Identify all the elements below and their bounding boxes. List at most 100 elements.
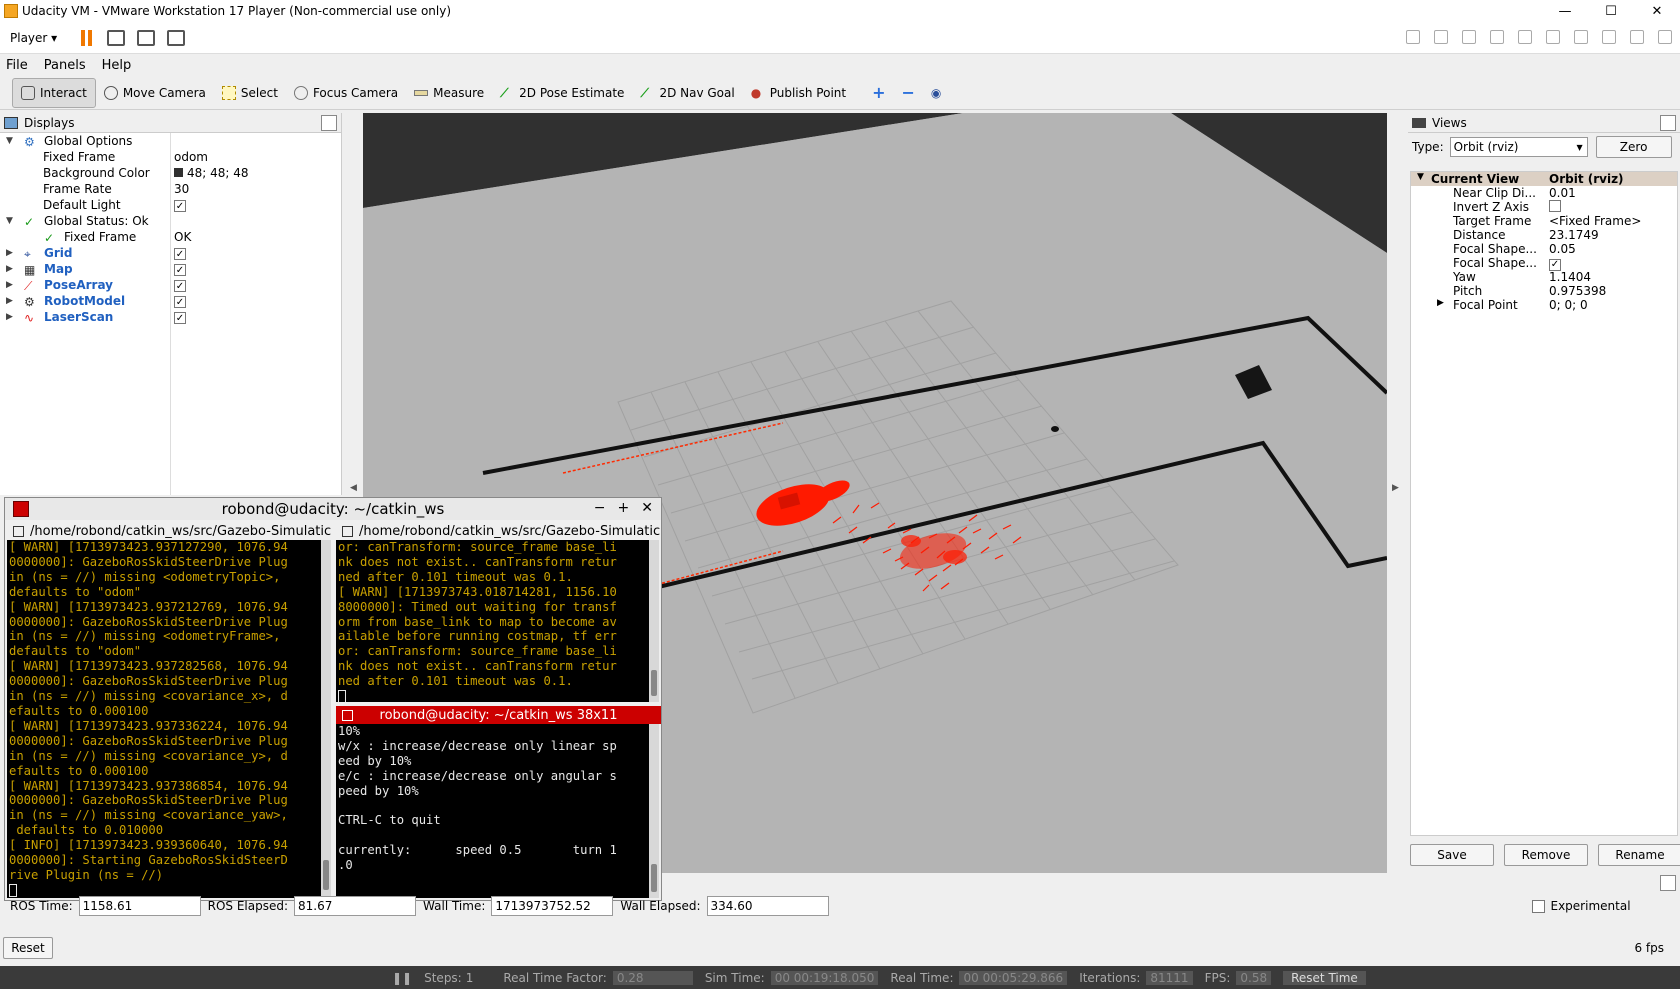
pose-estimate-tool[interactable]: ⟋ 2D Pose Estimate xyxy=(492,78,632,108)
row-value[interactable]: 0; 0; 0 xyxy=(1549,298,1588,312)
terminal-pane-left[interactable]: /home/robond/catkin_ws/src/Gazebo-Simula… xyxy=(7,522,333,900)
wall-elapsed-field[interactable]: 334.60 xyxy=(706,896,829,916)
row-value[interactable]: 0.05 xyxy=(1549,242,1576,256)
device-icon[interactable] xyxy=(1658,30,1672,44)
expand-arrow-icon[interactable]: ▶ xyxy=(6,264,13,274)
expand-arrow-icon[interactable]: ▶ xyxy=(1437,298,1444,308)
display-row[interactable]: ▼ ✓ Global Status: Ok xyxy=(0,213,341,229)
checkbox[interactable] xyxy=(1549,200,1561,212)
select-tool[interactable]: Select xyxy=(214,78,286,108)
experimental-checkbox[interactable] xyxy=(1531,899,1545,913)
row-value[interactable]: 1.1404 xyxy=(1549,270,1591,284)
device-icon[interactable] xyxy=(1518,30,1532,44)
pause-icon[interactable] xyxy=(81,29,95,46)
display-row[interactable]: ▶ ⟋ PoseArray ✓ xyxy=(0,277,341,293)
expand-arrow-icon[interactable]: ▼ xyxy=(6,136,13,146)
pane-tab[interactable]: /home/robond/catkin_ws/src/Gazebo-Simula… xyxy=(336,522,661,540)
minimize-icon[interactable]: − xyxy=(594,500,606,516)
checkbox[interactable]: ✓ xyxy=(1549,258,1561,271)
scroll-thumb[interactable] xyxy=(323,860,329,890)
view-property-row[interactable]: Distance 23.1749 xyxy=(1411,228,1677,242)
player-menu-button[interactable]: Player ▾ xyxy=(6,29,61,47)
terminal-title-bar[interactable]: robond@udacity: ~/catkin_ws − + ✕ xyxy=(5,498,661,520)
terminal-pane-teleop[interactable]: robond@udacity: ~/catkin_ws 38x11 10% w/x… xyxy=(336,706,661,900)
row-value[interactable]: <Fixed Frame> xyxy=(1549,214,1641,228)
display-row[interactable]: ▶ ▦ Map ✓ xyxy=(0,261,341,277)
view-property-row[interactable]: Focal Shape... ✓ xyxy=(1411,256,1677,271)
menu-panels[interactable]: Panels xyxy=(44,58,86,73)
display-row[interactable]: Frame Rate 30 xyxy=(0,181,341,197)
remove-tool-button[interactable]: − xyxy=(894,78,923,108)
device-icon[interactable] xyxy=(1602,30,1616,44)
unity-icon[interactable] xyxy=(167,29,186,46)
checkbox[interactable]: ✓ xyxy=(174,248,186,261)
expand-arrow-icon[interactable]: ▶ xyxy=(6,296,13,306)
interact-tool[interactable]: Interact xyxy=(12,77,96,108)
pause-icon[interactable]: ❚❚ xyxy=(392,971,412,985)
panel-close-checkbox[interactable] xyxy=(1660,114,1676,131)
display-row[interactable]: ▶ ⌖ Grid ✓ xyxy=(0,245,341,261)
panel-checkbox[interactable] xyxy=(1660,875,1676,891)
scroll-thumb[interactable] xyxy=(651,670,657,696)
display-row[interactable]: ▼ ⚙ Global Options xyxy=(0,133,341,149)
expand-arrow-icon[interactable]: ▶ xyxy=(6,280,13,290)
expand-arrow-icon[interactable]: ▶ xyxy=(6,312,13,322)
row-value[interactable]: odom xyxy=(174,150,208,164)
ros-elapsed-field[interactable]: 81.67 xyxy=(294,896,417,916)
collapse-right-arrow-icon[interactable]: ▶ xyxy=(1392,483,1399,493)
teleop-title-bar[interactable]: robond@udacity: ~/catkin_ws 38x11 xyxy=(336,706,661,724)
terminal-window[interactable]: robond@udacity: ~/catkin_ws − + ✕ /home/… xyxy=(4,497,662,901)
maximize-button[interactable]: ☐ xyxy=(1588,0,1634,22)
menu-file[interactable]: File xyxy=(6,58,28,73)
send-ctrl-alt-del-icon[interactable] xyxy=(107,29,126,46)
camera-type-button[interactable]: ◉ xyxy=(923,78,949,108)
collapse-left-arrow-icon[interactable]: ◀ xyxy=(350,483,357,493)
current-view-row[interactable]: ▼ Current View Orbit (rviz) xyxy=(1411,172,1677,186)
display-row[interactable]: ▶ ∿ LaserScan ✓ xyxy=(0,309,341,325)
fullscreen-icon[interactable] xyxy=(137,29,156,46)
terminal-pane-right-top[interactable]: /home/robond/catkin_ws/src/Gazebo-Simula… xyxy=(336,522,661,702)
device-icon[interactable] xyxy=(1630,30,1644,44)
device-icon[interactable] xyxy=(1574,30,1588,44)
scrollbar[interactable] xyxy=(649,540,659,702)
scroll-thumb[interactable] xyxy=(651,864,657,892)
view-property-row[interactable]: ▶ Focal Point 0; 0; 0 xyxy=(1411,298,1677,312)
device-icon[interactable] xyxy=(1546,30,1560,44)
rename-view-button[interactable]: Rename xyxy=(1598,844,1680,866)
checkbox[interactable]: ✓ xyxy=(174,280,186,293)
ros-time-field[interactable]: 1158.61 xyxy=(78,896,201,916)
save-view-button[interactable]: Save xyxy=(1410,844,1494,866)
device-icon[interactable] xyxy=(1462,30,1476,44)
view-property-row[interactable]: Pitch 0.975398 xyxy=(1411,284,1677,298)
device-icon[interactable] xyxy=(1434,30,1448,44)
reset-time-button[interactable]: Reset Time xyxy=(1283,970,1366,985)
close-icon[interactable]: ✕ xyxy=(641,500,653,516)
expand-arrow-icon[interactable]: ▼ xyxy=(6,216,13,226)
row-value[interactable]: 30 xyxy=(174,182,189,196)
remove-view-button[interactable]: Remove xyxy=(1504,844,1588,866)
focus-camera-tool[interactable]: Focus Camera xyxy=(286,78,406,108)
row-value[interactable]: 0.975398 xyxy=(1549,284,1606,298)
view-property-row[interactable]: Invert Z Axis xyxy=(1411,200,1677,214)
view-property-row[interactable]: Target Frame <Fixed Frame> xyxy=(1411,214,1677,228)
scrollbar[interactable] xyxy=(649,724,659,898)
menu-help[interactable]: Help xyxy=(102,58,132,73)
display-row[interactable]: Default Light ✓ xyxy=(0,197,341,213)
scrollbar[interactable] xyxy=(321,540,331,898)
checkbox[interactable]: ✓ xyxy=(174,264,186,277)
row-value[interactable]: 0.01 xyxy=(1549,186,1576,200)
minimize-button[interactable]: — xyxy=(1542,0,1588,22)
view-property-row[interactable]: Focal Shape... 0.05 xyxy=(1411,242,1677,256)
collapse-arrow-icon[interactable]: ▼ xyxy=(1417,172,1424,182)
display-row[interactable]: Background Color 48; 48; 48 xyxy=(0,165,341,181)
checkbox[interactable]: ✓ xyxy=(174,296,186,309)
reset-button[interactable]: Reset xyxy=(3,937,53,959)
device-icon[interactable] xyxy=(1490,30,1504,44)
display-row[interactable]: ✓ Fixed Frame OK xyxy=(0,229,341,245)
display-row[interactable]: ▶ ⚙ RobotModel ✓ xyxy=(0,293,341,309)
zero-button[interactable]: Zero xyxy=(1595,136,1672,158)
view-type-select[interactable]: Orbit (rviz) ▼ xyxy=(1449,137,1588,157)
panel-close-checkbox[interactable] xyxy=(321,114,337,131)
checkbox[interactable]: ✓ xyxy=(174,312,186,325)
expand-arrow-icon[interactable]: ▶ xyxy=(6,248,13,258)
